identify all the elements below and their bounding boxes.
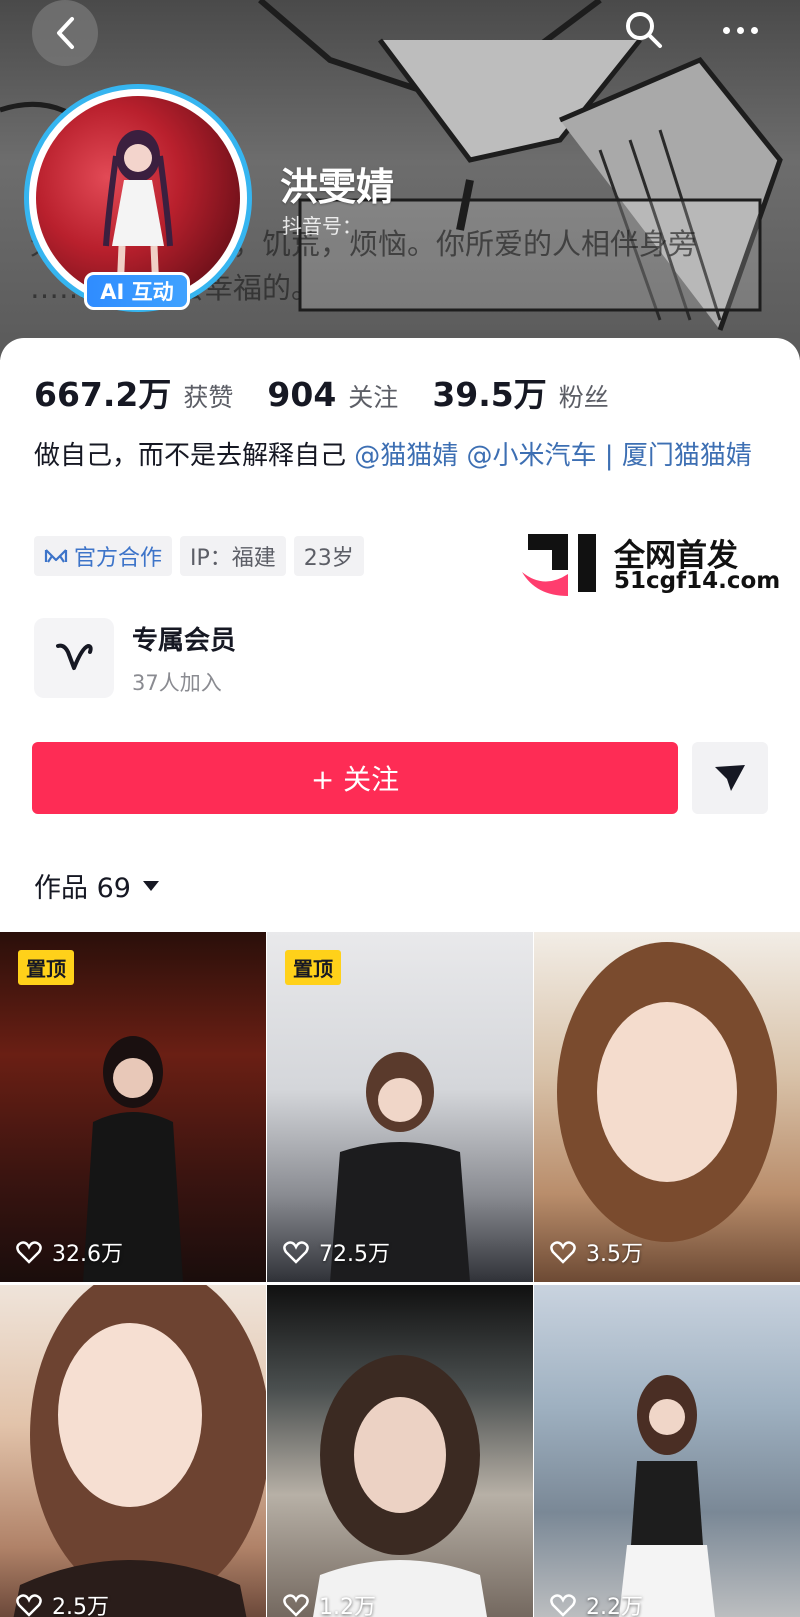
- heart-icon: [550, 1594, 576, 1617]
- likes-count: 2.5万: [52, 1595, 109, 1617]
- ip-location-tag: IP：福建: [180, 536, 286, 576]
- stat-label: 获赞: [183, 383, 234, 412]
- likes-count: 32.6万: [52, 1242, 123, 1267]
- more-dot-icon: [722, 26, 730, 34]
- ai-interaction-badge[interactable]: AI 互动: [84, 272, 190, 310]
- exclusive-membership-entry[interactable]: 专属会员 37人加入: [34, 618, 236, 698]
- heart-icon: [283, 1241, 309, 1264]
- profile-tags: 官方合作 IP：福建 23岁: [34, 536, 364, 576]
- likes-count: 2.2万: [586, 1595, 643, 1617]
- person-silhouette: [313, 1355, 487, 1617]
- avatar[interactable]: [36, 96, 240, 300]
- video-thumbnail[interactable]: 置顶 32.6万: [0, 932, 266, 1282]
- video-likes: 72.5万: [283, 1236, 390, 1268]
- video-thumbnail[interactable]: 1.2万: [267, 1285, 533, 1617]
- stat-label: 关注: [348, 383, 399, 412]
- person-silhouette: [557, 942, 777, 1242]
- heart-icon: [283, 1594, 309, 1617]
- heart-icon: [550, 1241, 576, 1264]
- works-label: 作品 69: [34, 873, 131, 904]
- heart-icon: [16, 1594, 42, 1617]
- likes-count: 1.2万: [319, 1595, 376, 1617]
- stat-value: 667.2万: [34, 375, 172, 414]
- search-button[interactable]: [620, 6, 668, 54]
- video-likes: 2.5万: [16, 1589, 109, 1617]
- membership-count: 37人加入: [132, 670, 222, 695]
- more-options-button[interactable]: [712, 6, 768, 54]
- video-likes: 32.6万: [16, 1236, 123, 1268]
- send-arrow-icon: [715, 765, 745, 791]
- pinned-badge: 置顶: [18, 950, 74, 985]
- video-grid: 置顶 32.6万 置顶 72.5万 3.5万 2.5万 1.2万 2.2万: [0, 932, 800, 1617]
- handshake-icon: [44, 549, 68, 563]
- profile-nickname: 洪雯婧: [280, 165, 395, 209]
- stat-value: 904: [267, 375, 337, 414]
- profile-stats: 667.2万 获赞 904 关注 39.5万 粉丝: [34, 368, 643, 416]
- follow-button[interactable]: + 关注: [32, 742, 678, 814]
- heart-icon: [16, 1241, 42, 1264]
- video-thumbnail[interactable]: 置顶 72.5万: [267, 932, 533, 1282]
- stat-following[interactable]: 904 关注: [267, 375, 398, 414]
- likes-count: 72.5万: [319, 1242, 390, 1267]
- likes-count: 3.5万: [586, 1242, 643, 1267]
- profile-bio: 做自己，而不是去解释自己 @猫猫婧 @小米汽车 | 厦门猫猫婧: [34, 434, 764, 478]
- stat-value: 39.5万: [432, 375, 547, 414]
- stat-likes: 667.2万 获赞: [34, 368, 233, 416]
- membership-icon-box: [34, 618, 114, 698]
- video-thumbnail[interactable]: 3.5万: [534, 932, 800, 1282]
- site-watermark: 全网首发 51cgf14.com: [522, 530, 782, 600]
- person-silhouette: [619, 1375, 715, 1617]
- pinned-badge: 置顶: [285, 950, 341, 985]
- bio-mention-link[interactable]: @猫猫婧: [354, 441, 458, 471]
- official-cooperation-tag[interactable]: 官方合作: [34, 536, 173, 576]
- bio-text: 做自己，而不是去解释自己: [34, 441, 355, 471]
- watermark-logo-icon: [522, 534, 596, 596]
- bio-mention-link[interactable]: @小米汽车 | 厦门猫猫婧: [458, 441, 752, 471]
- avatar-character-illustration: [103, 130, 173, 293]
- more-dot-icon: [750, 26, 758, 34]
- more-dot-icon: [736, 26, 744, 34]
- stat-followers[interactable]: 39.5万 粉丝: [432, 368, 608, 416]
- message-button[interactable]: [692, 742, 768, 814]
- back-button[interactable]: [32, 0, 98, 66]
- video-likes: 2.2万: [550, 1589, 643, 1617]
- person-silhouette: [13, 1285, 266, 1617]
- v-membership-icon: [56, 643, 93, 670]
- membership-title: 专属会员: [132, 625, 237, 656]
- douyin-id-label: 抖音号：: [282, 214, 362, 238]
- chevron-left-icon: [57, 17, 74, 49]
- video-thumbnail[interactable]: 2.2万: [534, 1285, 800, 1617]
- video-thumbnail[interactable]: 2.5万: [0, 1285, 266, 1617]
- works-tab[interactable]: 作品 69: [34, 866, 159, 905]
- official-tag-label: 官方合作: [74, 546, 163, 571]
- caret-down-icon: [142, 880, 159, 891]
- video-likes: 1.2万: [283, 1589, 376, 1617]
- stat-label: 粉丝: [558, 383, 609, 412]
- age-tag: 23岁: [293, 536, 364, 576]
- video-likes: 3.5万: [550, 1236, 643, 1268]
- watermark-url: 51cgf14.com: [614, 568, 781, 594]
- search-icon: [626, 12, 662, 48]
